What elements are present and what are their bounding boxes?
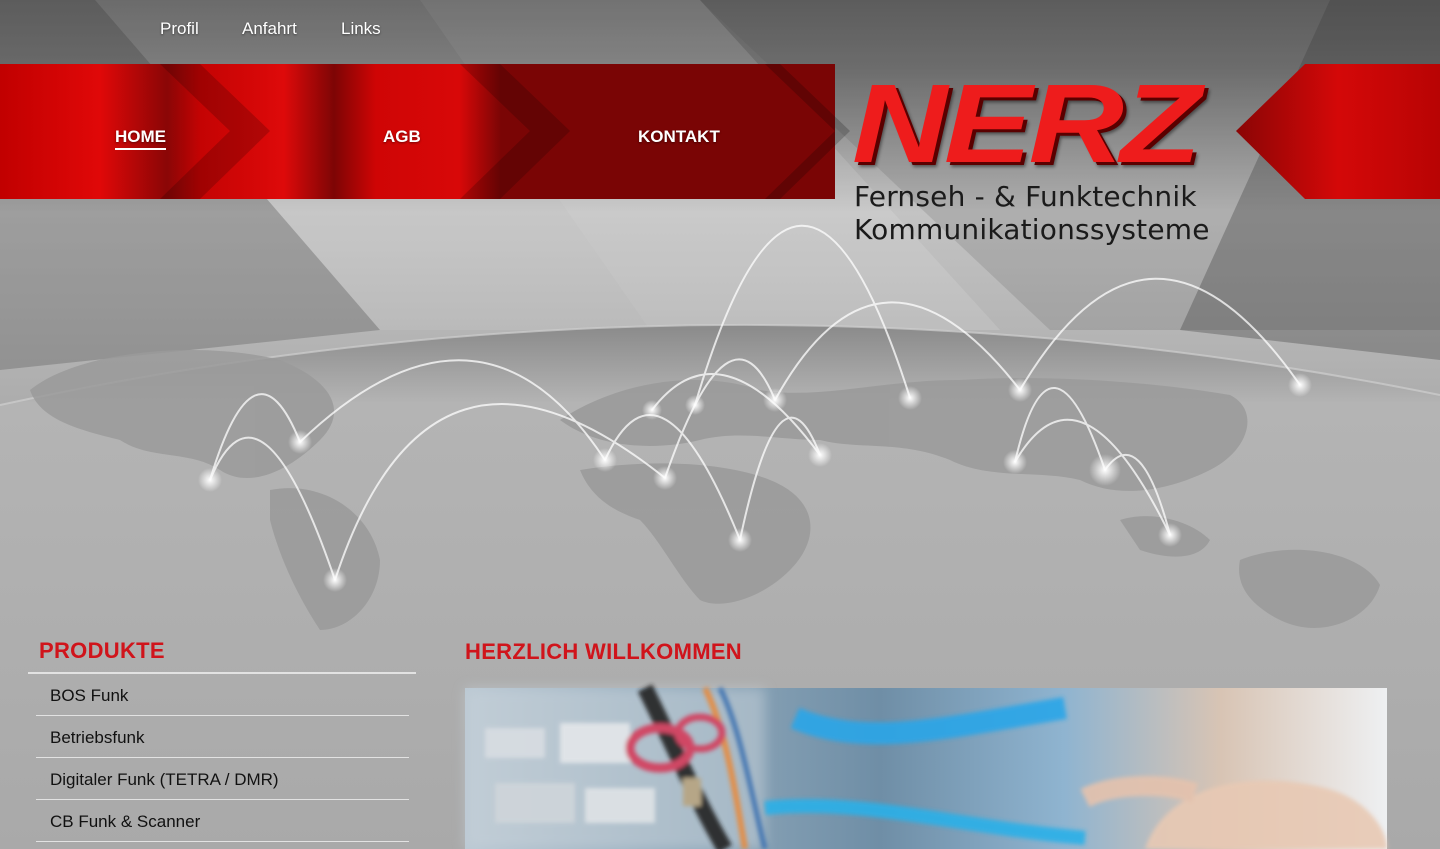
main-nav-agb[interactable]: AGB bbox=[383, 127, 421, 147]
welcome-heading: HERZLICH WILLKOMMEN bbox=[465, 639, 742, 664]
main-content: HERZLICH WILLKOMMEN bbox=[465, 637, 1387, 667]
logo-wordmark: NERZ bbox=[852, 61, 1201, 186]
main-nav-home[interactable]: HOME bbox=[115, 127, 166, 150]
products-list: BOS Funk Betriebsfunk Digitaler Funk (TE… bbox=[36, 674, 409, 842]
products-heading: PRODUKTE bbox=[39, 638, 165, 663]
sidebar-item-betriebsfunk[interactable]: Betriebsfunk bbox=[36, 716, 409, 758]
sidebar-item-cb-funk[interactable]: CB Funk & Scanner bbox=[36, 800, 409, 842]
welcome-image bbox=[465, 688, 1387, 849]
logo[interactable]: NERZ Fernseh - & Funktechnik Kommunikati… bbox=[852, 68, 1232, 247]
logo-tagline-2: Kommunikationssysteme bbox=[854, 213, 1210, 246]
top-nav-links[interactable]: Links bbox=[341, 19, 381, 39]
sidebar-item-digitaler-funk[interactable]: Digitaler Funk (TETRA / DMR) bbox=[36, 758, 409, 800]
sidebar-item-bos-funk[interactable]: BOS Funk bbox=[36, 674, 409, 716]
top-nav-profil[interactable]: Profil bbox=[160, 19, 199, 39]
top-nav-anfahrt[interactable]: Anfahrt bbox=[242, 19, 297, 39]
main-nav-kontakt[interactable]: KONTAKT bbox=[638, 127, 720, 147]
products-sidebar: PRODUKTE BOS Funk Betriebsfunk Digitaler… bbox=[28, 636, 418, 842]
